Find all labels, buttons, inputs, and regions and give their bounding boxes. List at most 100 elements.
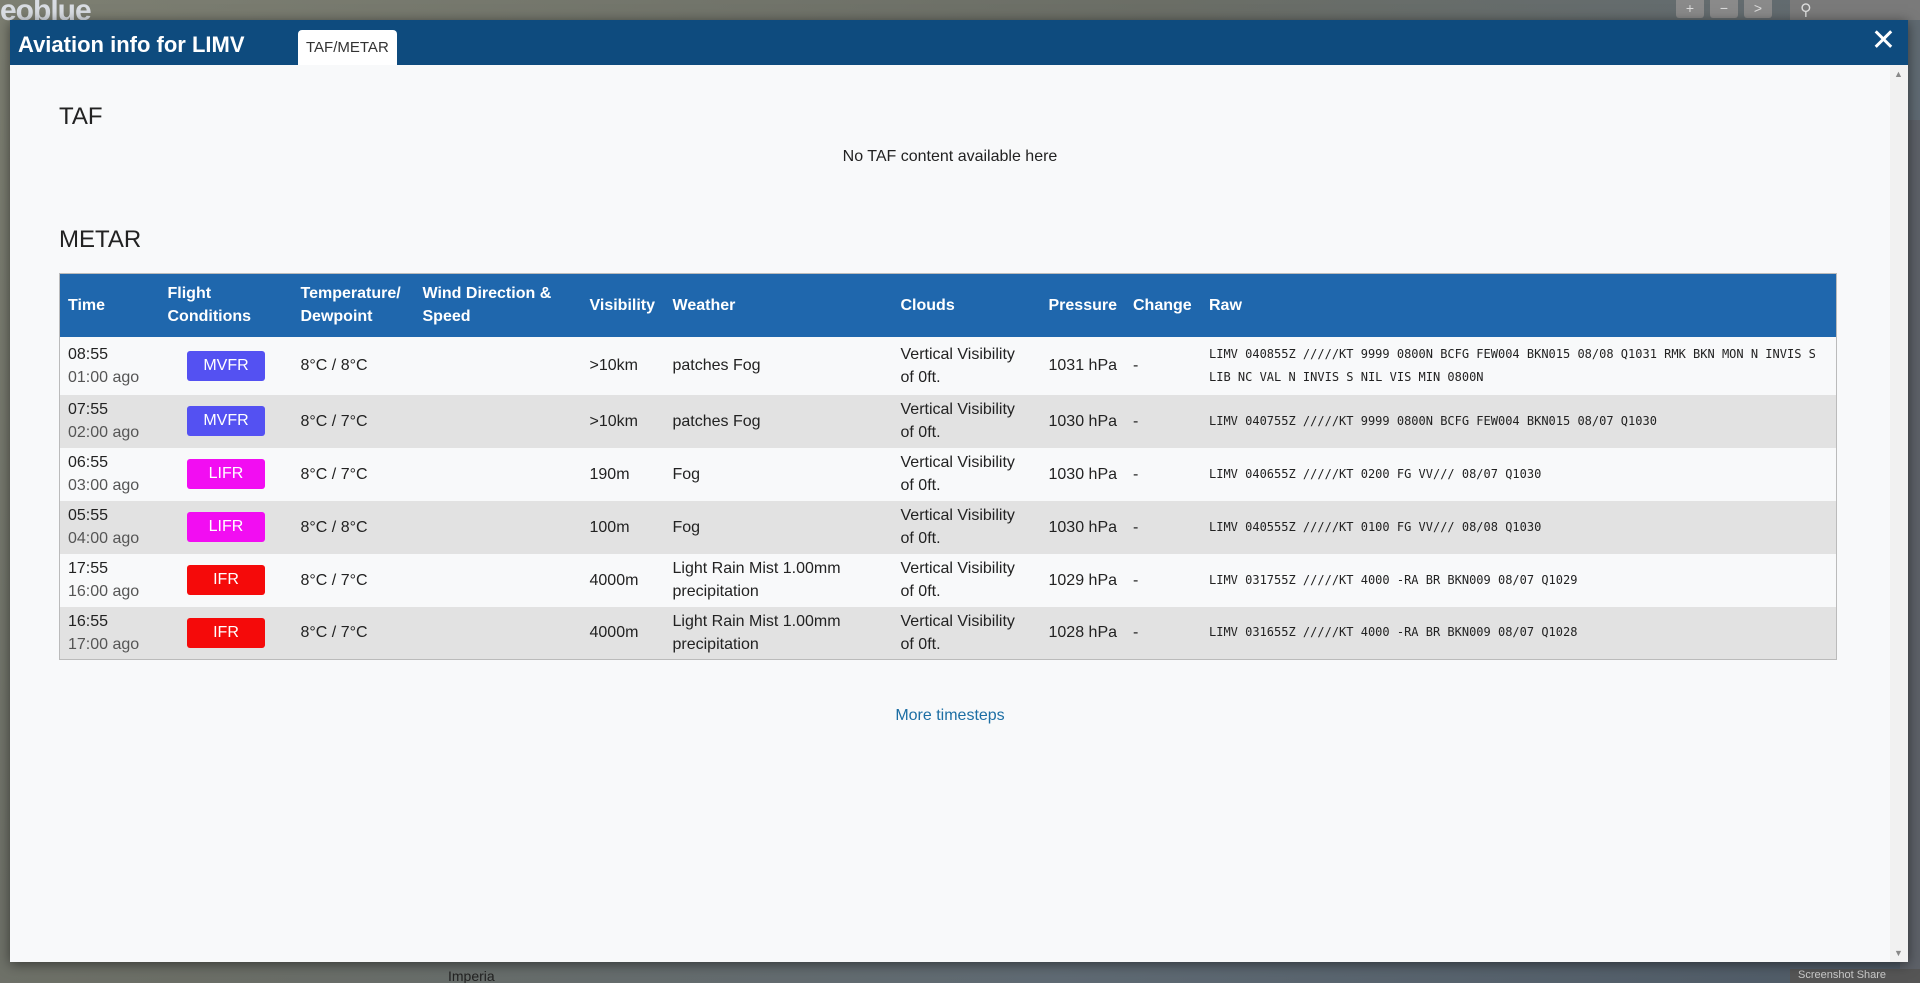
table-row: 17:55 16:00 ago IFR 8°C / 7°C 4000m Light Rai… [59, 553, 1837, 607]
cell-flight-conditions: MVFR [160, 337, 293, 395]
cell-raw: LIMV 040755Z /////KT 9999 0800N BCFG FEW… [1209, 413, 1657, 428]
scroll-down-icon[interactable]: ▼ [1894, 948, 1903, 958]
cell-raw: LIMV 031755Z /////KT 4000 -RA BR BKN009 … [1209, 572, 1578, 587]
cell-pressure: 1031 hPa [1048, 357, 1118, 374]
flight-condition-badge: MVFR [187, 406, 265, 436]
cell-weather: patches Fog [672, 412, 761, 430]
cell-wind [415, 448, 582, 501]
cell-weather: patches Fog [672, 357, 761, 374]
table-row: 05:55 04:00 ago LIFR 8°C / 8°C 100m Fog Vertic… [59, 500, 1837, 554]
modal-body: TAF No TAF content available here METAR … [10, 65, 1908, 962]
cell-visibility: 100m [589, 518, 630, 536]
time-ago: 03:00 ago [68, 477, 140, 494]
time-ago: 16:00 ago [68, 583, 140, 600]
time-ago: 02:00 ago [68, 424, 140, 441]
cell-flight-conditions: LIFR [160, 448, 293, 501]
modal-header: Aviation info for LIMV TAF/METAR ✕ [10, 20, 1908, 65]
column-header-wind: Wind Direction & Speed [414, 273, 582, 337]
cell-time: 07:55 02:00 ago [60, 395, 160, 448]
cell-pressure: 1030 hPa [1048, 412, 1118, 430]
scroll-up-icon[interactable]: ▲ [1894, 69, 1903, 79]
cell-time: 17:55 16:00 ago [60, 554, 160, 607]
cell-time: 06:55 03:00 ago [60, 448, 160, 501]
cell-wind [415, 607, 582, 660]
cell-clouds: Vertical Visibility of 0ft. [900, 612, 1015, 653]
map-search[interactable]: ⚲ [1790, 0, 1920, 20]
taf-empty-message: No TAF content available here [842, 148, 1058, 165]
time-value: 05:55 [68, 507, 109, 524]
cell-wind [415, 501, 582, 554]
cell-change: - [1133, 518, 1139, 536]
close-icon[interactable]: ✕ [1871, 24, 1896, 58]
more-timesteps-link[interactable]: More timesteps [10, 707, 1890, 725]
cell-time: 05:55 04:00 ago [60, 501, 160, 554]
cell-wind [415, 554, 582, 607]
cell-wind [415, 337, 582, 395]
time-ago: 17:00 ago [68, 635, 140, 653]
cell-pressure: 1030 hPa [1048, 518, 1118, 536]
cell-change: - [1133, 465, 1139, 483]
cell-clouds: Vertical Visibility of 0ft. [900, 507, 1015, 547]
time-value: 06:55 [68, 454, 109, 471]
time-value: 17:55 [68, 560, 109, 577]
aviation-info-modal: Aviation info for LIMV TAF/METAR ✕ TAF N… [10, 20, 1908, 962]
flight-condition-badge: IFR [187, 565, 265, 595]
forward-button[interactable]: > [1744, 0, 1772, 18]
time-ago: 04:00 ago [68, 530, 140, 547]
flight-condition-badge: LIFR [187, 459, 265, 489]
table-row: 07:55 02:00 ago MVFR 8°C / 7°C >10km patches … [59, 394, 1837, 448]
table-row: 08:55 01:00 ago MVFR 8°C / 8°C >10km patches … [59, 336, 1837, 395]
table-row: 06:55 03:00 ago LIFR 8°C / 7°C 190m Fog Vertic… [59, 447, 1837, 501]
cell-temperature: 8°C / 8°C [300, 357, 368, 374]
cell-time: 16:55 17:00 ago [60, 607, 160, 660]
column-header-time: Time [59, 273, 160, 337]
metar-table: Time Flight Conditions Temperature/ Dewp… [59, 273, 1837, 660]
flight-condition-badge: MVFR [187, 350, 265, 381]
cell-temperature: 8°C / 7°C [300, 412, 368, 430]
cell-flight-conditions: MVFR [160, 395, 293, 448]
search-icon: ⚲ [1800, 2, 1812, 19]
cell-visibility: 4000m [589, 571, 639, 589]
cell-raw: LIMV 031655Z /////KT 4000 -RA BR BKN009 … [1209, 625, 1578, 640]
map-footer: Screenshot Share [1790, 969, 1920, 983]
cell-wind [415, 395, 582, 448]
cell-visibility: >10km [589, 412, 638, 430]
cell-visibility: >10km [589, 357, 638, 374]
cell-weather: Light Rain Mist 1.00mm precipitation [672, 560, 841, 600]
cell-visibility: 4000m [589, 624, 639, 642]
zoom-in-button[interactable]: + [1676, 0, 1704, 18]
tab-taf-metar[interactable]: TAF/METAR [298, 30, 397, 65]
cell-clouds: Vertical Visibility of 0ft. [900, 345, 1015, 386]
cell-change: - [1133, 412, 1139, 430]
cell-time: 08:55 01:00 ago [60, 337, 160, 395]
table-header-row: Time Flight Conditions Temperature/ Dewp… [59, 273, 1837, 337]
column-header-weather: Weather [664, 273, 893, 337]
zoom-out-button[interactable]: − [1710, 0, 1738, 18]
cell-weather: Light Rain Mist 1.00mm precipitation [672, 612, 841, 653]
metar-heading: METAR [59, 226, 142, 253]
column-header-raw: Raw [1201, 273, 1837, 337]
time-value: 16:55 [68, 612, 109, 630]
time-value: 07:55 [68, 401, 109, 418]
modal-title: Aviation info for LIMV [18, 32, 245, 57]
cell-change: - [1133, 571, 1139, 589]
cell-flight-conditions: IFR [160, 554, 293, 607]
cell-pressure: 1028 hPa [1048, 624, 1118, 642]
modal-scrollbar[interactable]: ▲ ▼ [1890, 65, 1908, 962]
cell-raw: LIMV 040555Z /////KT 0100 FG VV/// 08/08… [1209, 519, 1542, 534]
cell-visibility: 190m [589, 465, 630, 483]
time-ago: 01:00 ago [68, 368, 140, 386]
column-header-clouds: Clouds [892, 273, 1041, 337]
flight-condition-badge: IFR [187, 617, 265, 648]
cell-temperature: 8°C / 7°C [300, 465, 368, 483]
cell-pressure: 1030 hPa [1048, 465, 1118, 483]
cell-clouds: Vertical Visibility of 0ft. [900, 560, 1015, 600]
table-row: 16:55 17:00 ago IFR 8°C / 7°C 4000m Light Rai… [59, 606, 1837, 660]
cell-pressure: 1029 hPa [1048, 571, 1118, 589]
column-header-temperature: Temperature/ Dewpoint [292, 273, 415, 337]
column-header-change: Change [1125, 273, 1201, 337]
cell-change: - [1133, 357, 1139, 374]
column-header-flight-conditions: Flight Conditions [159, 273, 293, 337]
time-value: 08:55 [68, 345, 109, 363]
metar-table-body: 08:55 01:00 ago MVFR 8°C / 8°C >10km patches … [59, 336, 1837, 660]
